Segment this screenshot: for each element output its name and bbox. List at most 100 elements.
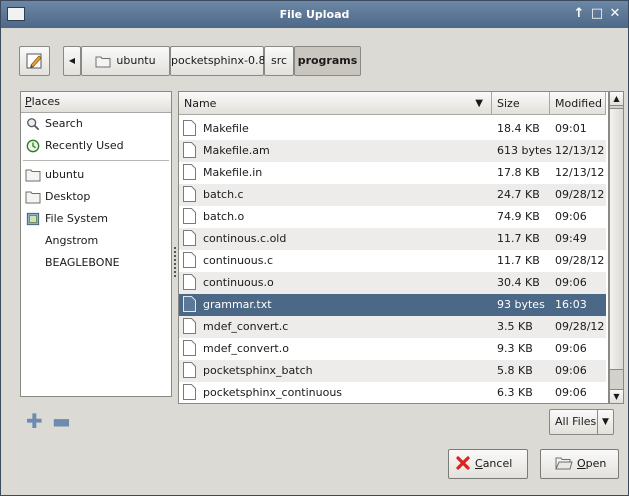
file-name-cell: grammar.txt — [183, 294, 493, 316]
column-modified[interactable]: Modified — [550, 92, 606, 115]
file-name-cell: continuous.o — [183, 272, 493, 294]
file-row[interactable]: grammar.txt 93 bytes 16:03 — [179, 294, 606, 316]
file-modified: 09:06 — [555, 386, 587, 399]
file-name: continous.c.old — [203, 232, 287, 245]
place-angstrom[interactable]: Angstrom — [21, 230, 171, 252]
file-modified: 09:49 — [555, 232, 587, 245]
file-row[interactable]: pocketsphinx_batch 5.8 KB 09:06 — [179, 360, 606, 382]
desktop-folder-icon — [25, 191, 41, 204]
file-name: pocketsphinx_batch — [203, 364, 313, 377]
file-modified: 09:06 — [555, 364, 587, 377]
column-size[interactable]: Size — [492, 92, 550, 115]
file-size: 24.7 KB — [497, 188, 540, 201]
path-back-arrow-icon[interactable]: ◀ — [63, 46, 81, 76]
places-toolbar: ✚ ▬ — [20, 407, 172, 435]
place-search[interactable]: Search — [21, 113, 171, 135]
crumb-pocketsphinx[interactable]: pocketsphinx-0.8 — [170, 46, 266, 76]
file-icon — [183, 362, 196, 378]
file-row[interactable]: continuous.c 11.7 KB 09/28/12 — [179, 250, 606, 272]
file-row[interactable]: Makefile.in 17.8 KB 12/13/12 — [179, 162, 606, 184]
place-desktop[interactable]: Desktop — [21, 186, 171, 208]
scroll-up-icon[interactable]: ▲ — [610, 92, 623, 106]
file-name-cell: Makefile — [183, 118, 493, 140]
file-size: 11.7 KB — [497, 254, 540, 267]
file-row[interactable]: mdef_convert.c 3.5 KB 09/28/12 — [179, 316, 606, 338]
file-name: batch.c — [203, 188, 244, 201]
file-row[interactable]: continous.c.old 11.7 KB 09:49 — [179, 228, 606, 250]
pane-resize-handle[interactable] — [173, 247, 177, 279]
place-ubuntu[interactable]: ubuntu — [21, 164, 171, 186]
file-row[interactable]: Makefile.am 613 bytes 12/13/12 — [179, 140, 606, 162]
add-bookmark-icon[interactable]: ✚ — [26, 411, 43, 431]
file-modified: 16:03 — [555, 298, 587, 311]
file-type-filter[interactable]: All Files ▼ — [549, 409, 614, 435]
file-icon — [183, 384, 196, 400]
file-row[interactable]: pocketsphinx_continuous 6.3 KB 09:06 — [179, 382, 606, 403]
file-row[interactable]: mdef_convert.o 9.3 KB 09:06 — [179, 338, 606, 360]
file-size: 74.9 KB — [497, 210, 540, 223]
scroll-down-icon[interactable]: ▼ — [610, 389, 623, 403]
file-modified: 09:06 — [555, 210, 587, 223]
place-beaglebone[interactable]: BEAGLEBONE — [21, 252, 171, 274]
open-button[interactable]: Open — [540, 449, 619, 479]
places-header-mnemonic: P — [25, 95, 32, 108]
places-header[interactable]: Places — [21, 92, 171, 113]
place-file-system[interactable]: File System — [21, 208, 171, 230]
file-size: 93 bytes — [497, 298, 545, 311]
cancel-mnemonic: C — [475, 457, 483, 470]
move-up-icon[interactable]: ↑ — [571, 6, 587, 22]
crumb-src[interactable]: src — [264, 46, 294, 76]
title-bar[interactable]: File Upload ↑ □ ✕ — [1, 1, 628, 28]
file-size: 6.3 KB — [497, 386, 533, 399]
home-folder-icon — [95, 56, 111, 67]
place-label: Recently Used — [45, 139, 124, 152]
file-row[interactable]: continuous.o 30.4 KB 09:06 — [179, 272, 606, 294]
column-name[interactable]: Name ▼ — [179, 92, 492, 115]
filesystem-icon — [26, 212, 40, 226]
search-icon — [27, 118, 40, 131]
file-name-cell: pocketsphinx_batch — [183, 360, 493, 382]
file-name-cell: pocketsphinx_continuous — [183, 382, 493, 403]
file-icon — [183, 340, 196, 356]
type-location-button[interactable] — [19, 46, 50, 76]
remove-bookmark-icon[interactable]: ▬ — [52, 411, 71, 431]
file-name-cell: Makefile.in — [183, 162, 493, 184]
file-list: Name ▼ Size Modified Makefile 18.4 KB 09:0… — [178, 91, 609, 404]
crumb-programs[interactable]: programs — [294, 46, 361, 76]
file-name: Makefile — [203, 122, 249, 135]
file-rows: Makefile 18.4 KB 09:01 Makefile.am 613 bytes… — [179, 118, 606, 403]
file-name: Makefile.in — [203, 166, 263, 179]
file-size: 11.7 KB — [497, 232, 540, 245]
file-icon — [183, 186, 196, 202]
file-name: batch.o — [203, 210, 245, 223]
place-recently-used[interactable]: Recently Used — [21, 135, 171, 157]
file-modified: 09/28/12 — [555, 188, 605, 201]
window-title: File Upload — [279, 8, 350, 21]
file-name-cell: continous.c.old — [183, 228, 493, 250]
file-size: 3.5 KB — [497, 320, 533, 333]
file-name: continuous.o — [203, 276, 274, 289]
open-label: pen — [585, 457, 607, 470]
file-name-cell: batch.o — [183, 206, 493, 228]
scroll-thumb[interactable] — [610, 108, 623, 370]
chevron-down-icon: ▼ — [597, 410, 613, 434]
file-row[interactable]: Makefile 18.4 KB 09:01 — [179, 118, 606, 140]
place-label: ubuntu — [45, 168, 85, 181]
file-name: continuous.c — [203, 254, 274, 267]
file-icon — [183, 318, 196, 334]
close-icon[interactable]: ✕ — [607, 6, 623, 22]
places-divider — [23, 160, 169, 161]
file-icon — [183, 274, 196, 290]
file-row[interactable]: batch.c 24.7 KB 09/28/12 — [179, 184, 606, 206]
crumb-ubuntu[interactable]: ubuntu — [81, 46, 170, 76]
cancel-button[interactable]: Cancel — [448, 449, 528, 479]
file-list-scrollbar[interactable]: ▲ ▼ — [609, 91, 624, 404]
file-size: 613 bytes — [497, 144, 552, 157]
file-row[interactable]: batch.o 74.9 KB 09:06 — [179, 206, 606, 228]
file-icon — [183, 120, 196, 136]
maximize-icon[interactable]: □ — [589, 6, 605, 22]
pencil-icon — [26, 53, 42, 69]
file-name-cell: batch.c — [183, 184, 493, 206]
file-modified: 09/28/12 — [555, 254, 605, 267]
file-name: mdef_convert.o — [203, 342, 289, 355]
